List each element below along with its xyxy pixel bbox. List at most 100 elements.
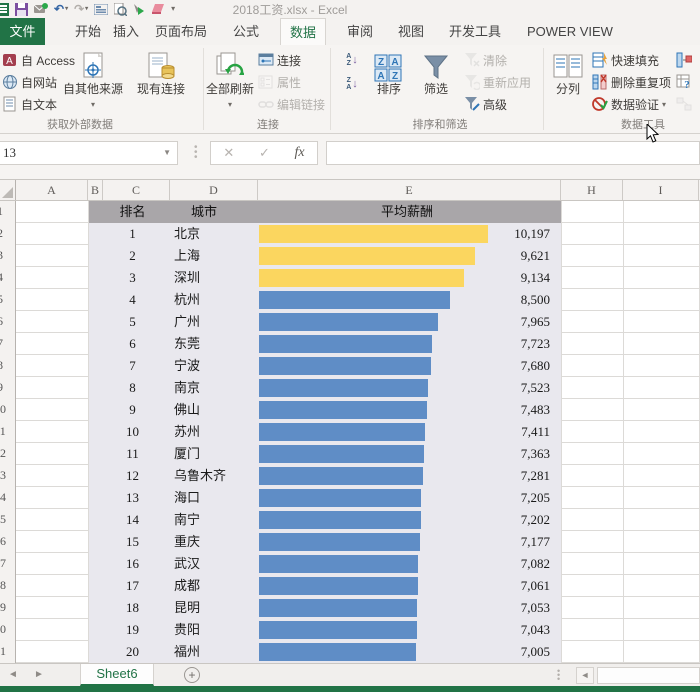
salary-value-cell[interactable]: 9,134 (450, 267, 550, 289)
sheet-row-9[interactable]: 9 8南京7,523 (0, 377, 700, 399)
table-row[interactable]: 2上海9,621 (89, 245, 561, 267)
column-header-I[interactable]: I (623, 180, 699, 200)
sheet-row-21[interactable]: 2120福州7,005 (0, 641, 700, 663)
tab-insert[interactable]: 插入 (104, 18, 148, 45)
column-header-H[interactable]: H (561, 180, 623, 200)
rank-cell[interactable]: 13 (95, 487, 170, 509)
sort-button[interactable]: ZAAZ 排序 (368, 48, 410, 114)
city-cell[interactable]: 深圳 (174, 267, 200, 289)
city-cell[interactable]: 乌鲁木齐 (174, 465, 226, 487)
advanced-filter-button[interactable]: 高级 (464, 94, 507, 114)
rank-cell[interactable]: 15 (95, 531, 170, 553)
from-text-button[interactable]: 自文本 (2, 94, 57, 114)
column-header-C[interactable]: C (103, 180, 170, 200)
confirm-entry-icon[interactable]: ✓ (259, 145, 270, 161)
cancel-entry-icon[interactable]: ✕ (223, 145, 234, 161)
city-cell[interactable]: 苏州 (174, 421, 200, 443)
row-header-5[interactable]: 5 (0, 289, 16, 311)
horizontal-scrollbar[interactable] (597, 667, 700, 684)
table-row[interactable]: 16武汉7,082 (89, 553, 561, 575)
city-cell[interactable]: 宁波 (174, 355, 200, 377)
rank-cell[interactable]: 8 (95, 377, 170, 399)
tab-power-view[interactable]: POWER VIEW (518, 18, 622, 45)
table-header-band[interactable]: 排名城市平均薪酬 (89, 201, 561, 223)
sheet-row-14[interactable]: 1413海口7,205 (0, 487, 700, 509)
rank-cell[interactable]: 12 (95, 465, 170, 487)
table-row[interactable]: 17成都7,061 (89, 575, 561, 597)
sheet-row-15[interactable]: 1514南宁7,202 (0, 509, 700, 531)
rank-cell[interactable]: 2 (95, 245, 170, 267)
sheet-row-19[interactable]: 1918昆明7,053 (0, 597, 700, 619)
table-row[interactable]: 14南宁 7,202 (89, 509, 561, 531)
formula-bar-separator[interactable]: ••• (194, 145, 197, 160)
table-row[interactable]: 11厦门7,363 (89, 443, 561, 465)
name-box[interactable]: 13 ▼ (0, 141, 178, 165)
city-cell[interactable]: 贵阳 (174, 619, 200, 641)
column-header-B[interactable]: B (88, 180, 103, 200)
city-cell[interactable]: 重庆 (174, 531, 200, 553)
row-header-13[interactable]: 13 (0, 465, 16, 487)
salary-value-cell[interactable]: 7,483 (450, 399, 550, 421)
sheet-row-11[interactable]: 11 10苏州7,411 (0, 421, 700, 443)
existing-connections-button[interactable]: 现有连接 (128, 48, 194, 114)
table-row[interactable]: 3深圳9,134 (89, 267, 561, 289)
tab-file[interactable]: 文件 (0, 18, 45, 45)
tab-view[interactable]: 视图 (389, 18, 433, 45)
row-header-21[interactable]: 21 (0, 641, 16, 663)
rank-cell[interactable]: 6 (95, 333, 170, 355)
row-header-6[interactable]: 6 (0, 311, 16, 333)
rank-cell[interactable]: 20 (95, 641, 170, 663)
sheet-row-8[interactable]: 87宁波7,680 (0, 355, 700, 377)
sheet-row-7[interactable]: 76东莞7,723 (0, 333, 700, 355)
from-web-button[interactable]: 自网站 (2, 72, 57, 92)
row-header-8[interactable]: 8 (0, 355, 16, 377)
formula-input[interactable] (326, 141, 700, 165)
city-cell[interactable]: 佛山 (174, 399, 200, 421)
prev-sheet-icon[interactable]: ◄ (8, 669, 18, 680)
tab-data[interactable]: 数据 (280, 18, 326, 45)
filter-button[interactable]: 筛选 (414, 48, 458, 114)
row-header-4[interactable]: 4 (0, 267, 16, 289)
salary-value-cell[interactable]: 7,202 (450, 509, 550, 531)
row-header-11[interactable]: 11 (0, 421, 16, 443)
column-header-D[interactable]: D (170, 180, 258, 200)
row-header-16[interactable]: 16 (0, 531, 16, 553)
rank-cell[interactable]: 19 (95, 619, 170, 641)
row-header-20[interactable]: 20 (0, 619, 16, 641)
table-row[interactable]: 12乌鲁木齐 7,281 (89, 465, 561, 487)
sheet-row-17[interactable]: 1716武汉7,082 (0, 553, 700, 575)
city-cell[interactable]: 海口 (174, 487, 200, 509)
row-header-9[interactable]: 9 (0, 377, 16, 399)
table-row[interactable]: 8南京7,523 (89, 377, 561, 399)
city-cell[interactable]: 上海 (174, 245, 200, 267)
sheet-row-4[interactable]: 43深圳9,134 (0, 267, 700, 289)
column-header-A[interactable]: A (16, 180, 88, 200)
sheet-tab-sheet6[interactable]: Sheet6 (80, 664, 154, 686)
table-row[interactable]: 15重庆7,177 (89, 531, 561, 553)
table-row[interactable]: 4杭州8,500 (89, 289, 561, 311)
rank-cell[interactable]: 9 (95, 399, 170, 421)
rank-cell[interactable]: 14 (95, 509, 170, 531)
sheet-row-20[interactable]: 2019贵阳7,043 (0, 619, 700, 641)
table-row[interactable]: 10苏州7,411 (89, 421, 561, 443)
sheet-row-2[interactable]: 21北京10,197 (0, 223, 700, 245)
sheet-row-16[interactable]: 16 15重庆7,177 (0, 531, 700, 553)
tab-page-layout[interactable]: 页面布局 (146, 18, 216, 45)
name-box-dropdown-icon[interactable]: ▼ (163, 142, 171, 164)
rank-cell[interactable]: 1 (95, 223, 170, 245)
sheet-row-13[interactable]: 13 12乌鲁木齐 7,281 (0, 465, 700, 487)
consolidate-button[interactable] (676, 50, 692, 70)
flash-fill-button[interactable]: 快速填充 (592, 50, 659, 70)
row-header-12[interactable]: 12 (0, 443, 16, 465)
city-cell[interactable]: 厦门 (174, 443, 200, 465)
what-if-analysis-button[interactable]: ? (676, 72, 692, 92)
connections-button[interactable]: 连接 (258, 50, 301, 70)
salary-value-cell[interactable]: 7,005 (450, 641, 550, 663)
rank-cell[interactable]: 17 (95, 575, 170, 597)
city-cell[interactable]: 南宁 (174, 509, 200, 531)
salary-value-cell[interactable]: 7,281 (450, 465, 550, 487)
row-header-1[interactable]: 1 (0, 201, 16, 223)
row-header-19[interactable]: 19 (0, 597, 16, 619)
salary-value-cell[interactable]: 8,500 (450, 289, 550, 311)
salary-value-cell[interactable]: 7,205 (450, 487, 550, 509)
